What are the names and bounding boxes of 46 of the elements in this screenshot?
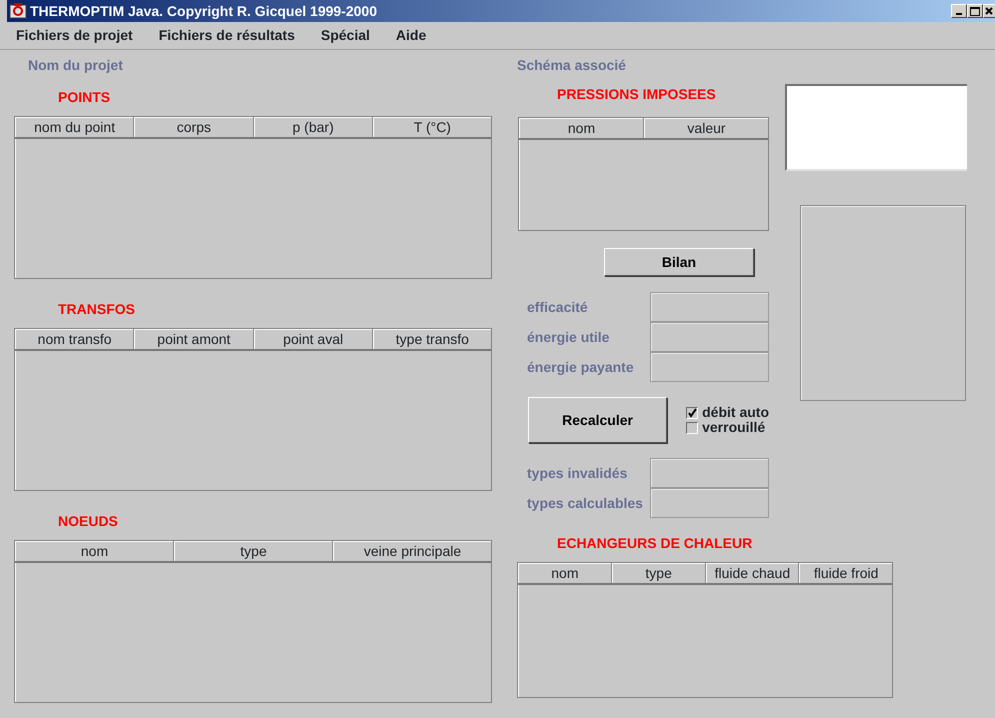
column-header[interactable]: type bbox=[174, 541, 333, 561]
recalculate-button[interactable]: Recalculer bbox=[528, 397, 668, 443]
section-title: TRANSFOS bbox=[58, 300, 136, 319]
column-header[interactable]: veine principale bbox=[333, 541, 491, 561]
checkbox[interactable] bbox=[686, 406, 698, 418]
window-title: THERMOPTIM Java. Copyright R. Gicquel 1999-2000 bbox=[30, 2, 378, 21]
column-header[interactable]: nom bbox=[15, 541, 174, 561]
column-header[interactable]: fluide froid bbox=[799, 563, 892, 583]
menu-item[interactable]: Spécial bbox=[320, 25, 370, 46]
menu-item[interactable]: Fichiers de projet bbox=[16, 25, 133, 46]
field-label: types calculables bbox=[526, 494, 644, 513]
balance-button[interactable]: Bilan bbox=[604, 248, 754, 276]
field-label: énergie utile bbox=[526, 328, 610, 347]
project-name-label: Nom du projet bbox=[28, 56, 124, 75]
column-header[interactable]: type bbox=[612, 563, 706, 583]
section-title: ECHANGEURS DE CHALEUR bbox=[557, 534, 754, 553]
maximize-button[interactable] bbox=[967, 4, 983, 18]
field-label: efficacité bbox=[526, 298, 589, 316]
column-header[interactable]: type transfo bbox=[372, 329, 491, 349]
column-header[interactable]: nom du point bbox=[15, 117, 134, 137]
checkbox-label: verrouillé bbox=[702, 420, 766, 435]
diagram-label: Schéma associé bbox=[517, 56, 627, 75]
checkbox-label: débit auto bbox=[702, 405, 769, 420]
section-title: NOEUDS bbox=[58, 512, 119, 531]
column-header[interactable]: point aval bbox=[254, 329, 373, 349]
menu-item[interactable]: Aide bbox=[396, 25, 426, 46]
maximize-icon bbox=[970, 6, 980, 16]
checkbox[interactable] bbox=[686, 422, 698, 434]
app-icon bbox=[9, 2, 27, 20]
column-header[interactable]: nom transfo bbox=[15, 329, 134, 349]
section-title: PRESSIONS IMPOSEES bbox=[557, 85, 717, 104]
column-header[interactable]: point amont bbox=[134, 329, 254, 349]
field-label: énergie payante bbox=[526, 358, 635, 377]
close-button[interactable] bbox=[983, 4, 995, 18]
close-icon bbox=[985, 7, 993, 15]
field-label: types invalidés bbox=[526, 464, 628, 483]
column-header[interactable]: p (bar) bbox=[254, 117, 373, 137]
column-header[interactable]: corps bbox=[134, 117, 254, 137]
minimize-button[interactable] bbox=[951, 4, 967, 18]
column-header[interactable]: T (°C) bbox=[372, 117, 491, 137]
column-header[interactable]: fluide chaud bbox=[706, 563, 800, 583]
section-title: POINTS bbox=[58, 88, 112, 107]
column-header[interactable]: nom bbox=[519, 118, 644, 138]
menu-item[interactable]: Fichiers de résultats bbox=[158, 25, 295, 46]
column-header[interactable]: nom bbox=[518, 563, 612, 583]
column-header[interactable]: valeur bbox=[644, 118, 768, 138]
